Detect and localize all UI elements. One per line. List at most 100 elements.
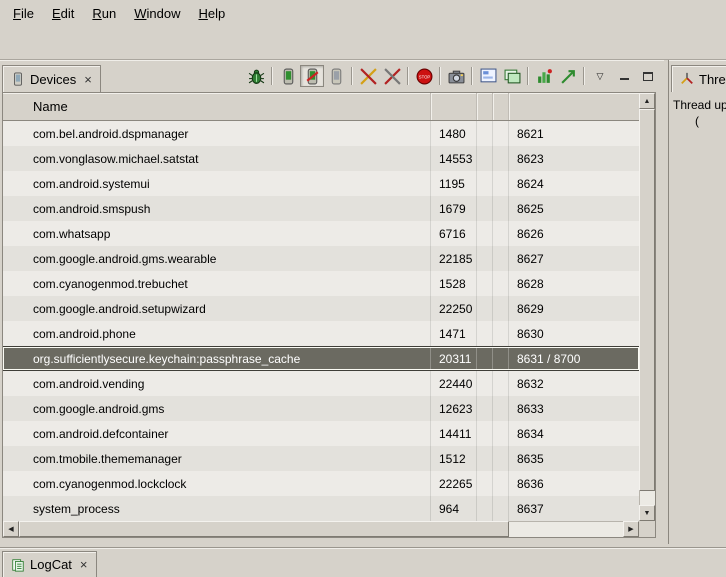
cell-empty — [493, 321, 509, 346]
menu-help[interactable]: Help — [189, 2, 234, 25]
update-threads-icon[interactable] — [356, 65, 380, 87]
screen-capture-icon[interactable] — [444, 65, 468, 87]
process-row[interactable]: com.cyanogenmod.lockclock222658636 — [3, 471, 639, 496]
toolbar-separator — [439, 67, 441, 85]
menu-file[interactable]: File — [4, 2, 43, 25]
process-pid: 6716 — [431, 221, 477, 246]
process-port: 8632 — [509, 371, 639, 396]
scroll-up-icon[interactable]: ▲ — [639, 93, 655, 109]
process-port: 8637 — [509, 496, 639, 521]
maximize-icon[interactable] — [636, 65, 660, 87]
process-port: 8631 / 8700 — [509, 347, 639, 370]
cell-empty — [493, 146, 509, 171]
process-pid: 1480 — [431, 121, 477, 146]
menu-bar: FileEditRunWindowHelp — [0, 0, 726, 26]
stop-thread-updates-icon[interactable] — [380, 65, 404, 87]
vertical-scroll-thumb[interactable] — [639, 109, 655, 491]
cell-empty — [493, 121, 509, 146]
process-row[interactable]: com.android.systemui11958624 — [3, 171, 639, 196]
menu-window[interactable]: Window — [125, 2, 189, 25]
process-row[interactable]: com.whatsapp67168626 — [3, 221, 639, 246]
scroll-left-icon[interactable]: ◀ — [3, 521, 19, 537]
cell-empty — [493, 496, 509, 521]
process-row[interactable]: com.android.smspush16798625 — [3, 196, 639, 221]
debug-process-icon[interactable] — [244, 65, 268, 87]
opengl-trace-icon[interactable] — [556, 65, 580, 87]
view-hierarchy-icon[interactable] — [476, 65, 500, 87]
minimize-icon[interactable] — [612, 65, 636, 87]
devices-toolbar: STOP ▽ — [244, 60, 664, 92]
tab-devices-close-icon[interactable]: × — [84, 73, 92, 86]
menu-run[interactable]: Run — [83, 2, 125, 25]
process-row[interactable]: com.android.phone14718630 — [3, 321, 639, 346]
process-pid: 12623 — [431, 396, 477, 421]
tab-threads[interactable]: Threads × — [671, 65, 726, 92]
cell-empty — [493, 446, 509, 471]
cell-empty — [493, 271, 509, 296]
process-pid: 22440 — [431, 371, 477, 396]
process-row[interactable]: system_process9648637 — [3, 496, 639, 521]
tab-logcat[interactable]: LogCat × — [2, 551, 97, 577]
process-row[interactable]: com.google.android.gms.wearable221858627 — [3, 246, 639, 271]
process-pid: 1195 — [431, 171, 477, 196]
column-header-empty[interactable] — [477, 93, 493, 120]
column-header-name[interactable]: Name — [3, 93, 431, 120]
process-name: com.cyanogenmod.lockclock — [3, 471, 431, 496]
dump-hprof-icon[interactable] — [300, 65, 324, 87]
column-header-pid[interactable] — [431, 93, 477, 120]
stop-process-icon[interactable]: STOP — [412, 65, 436, 87]
process-row[interactable]: com.bel.android.dspmanager14808621 — [3, 121, 639, 146]
scroll-down-icon[interactable]: ▼ — [639, 505, 655, 521]
toolbar-separator — [407, 67, 409, 85]
process-port: 8628 — [509, 271, 639, 296]
table-header: Name — [3, 93, 639, 121]
process-port: 8630 — [509, 321, 639, 346]
process-name: com.cyanogenmod.trebuchet — [3, 271, 431, 296]
process-row[interactable]: com.android.defcontainer144118634 — [3, 421, 639, 446]
threads-message-line2: ( — [695, 114, 699, 128]
view-menu-icon[interactable]: ▽ — [588, 65, 612, 87]
process-row[interactable]: com.google.android.setupwizard222508629 — [3, 296, 639, 321]
process-port: 8627 — [509, 246, 639, 271]
vertical-scrollbar[interactable]: ▲ ▼ — [639, 93, 655, 521]
cell-empty — [477, 196, 493, 221]
process-table-body: com.bel.android.dspmanager14808621com.vo… — [3, 121, 639, 521]
horizontal-scrollbar[interactable]: ◀ ▶ — [3, 521, 639, 537]
menu-edit[interactable]: Edit — [43, 2, 83, 25]
cell-empty — [493, 471, 509, 496]
tab-logcat-close-icon[interactable]: × — [80, 558, 88, 571]
cell-empty — [477, 121, 493, 146]
process-row[interactable]: com.google.android.gms126238633 — [3, 396, 639, 421]
method-profiling-icon[interactable] — [532, 65, 556, 87]
process-row[interactable]: com.tmobile.thememanager15128635 — [3, 446, 639, 471]
process-row[interactable]: com.android.vending224408632 — [3, 371, 639, 396]
update-heap-icon[interactable] — [276, 65, 300, 87]
process-row[interactable]: com.vonglasow.michael.satstat145538623 — [3, 146, 639, 171]
process-name: com.google.android.setupwizard — [3, 296, 431, 321]
process-name: com.google.android.gms.wearable — [3, 246, 431, 271]
cell-empty — [477, 146, 493, 171]
toolbar-separator — [527, 67, 529, 85]
column-header-port[interactable] — [509, 93, 639, 120]
process-pid: 1512 — [431, 446, 477, 471]
cause-gc-icon[interactable] — [324, 65, 348, 87]
tab-threads-label: Threads — [699, 72, 726, 87]
cell-empty — [493, 371, 509, 396]
horizontal-scroll-thumb[interactable] — [19, 521, 509, 537]
tab-devices[interactable]: Devices × — [2, 65, 101, 92]
column-header-empty[interactable] — [493, 93, 509, 120]
process-pid: 22250 — [431, 296, 477, 321]
process-pid: 14553 — [431, 146, 477, 171]
process-pid: 20311 — [431, 347, 477, 370]
toolbar-separator — [351, 67, 353, 85]
threads-message-line1: Thread up — [673, 98, 726, 112]
threads-tabbar: Threads × — [669, 60, 726, 92]
process-row[interactable]: org.sufficientlysecure.keychain:passphra… — [3, 346, 639, 371]
process-pid: 1471 — [431, 321, 477, 346]
scroll-right-icon[interactable]: ▶ — [623, 521, 639, 537]
system-ui-capture-icon[interactable] — [500, 65, 524, 87]
cell-empty — [477, 271, 493, 296]
process-row[interactable]: com.cyanogenmod.trebuchet15288628 — [3, 271, 639, 296]
process-pid: 1679 — [431, 196, 477, 221]
cell-empty — [477, 246, 493, 271]
